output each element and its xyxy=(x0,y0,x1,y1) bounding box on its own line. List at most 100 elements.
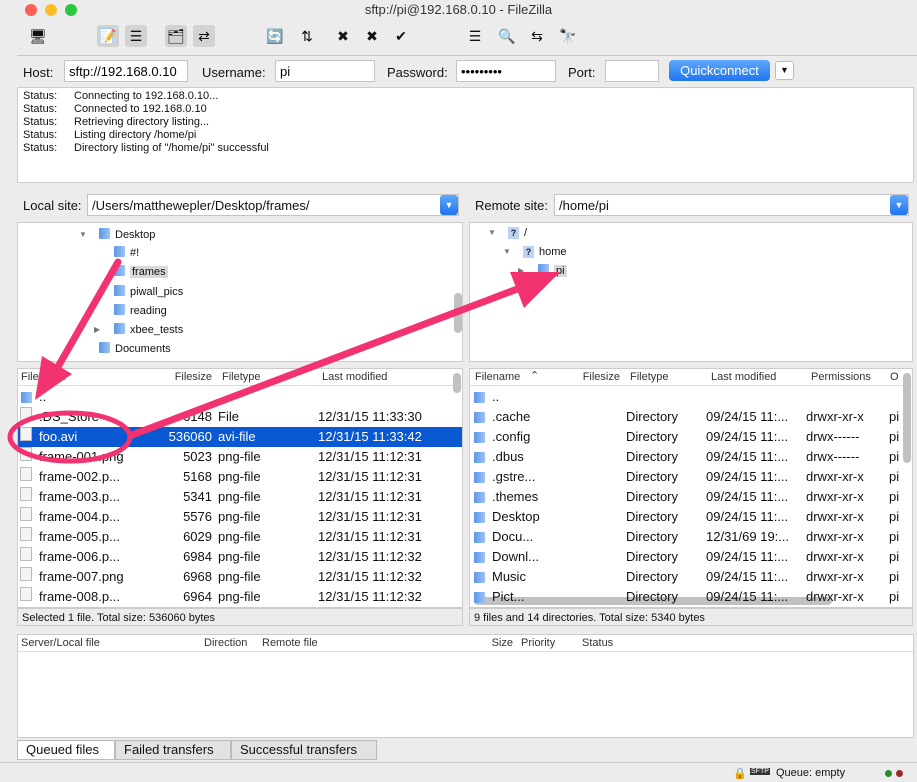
window-title: sftp://pi@192.168.0.10 - FileZilla xyxy=(364,2,553,17)
folder-icon xyxy=(114,323,125,334)
tree-item[interactable]: ▶ xbee_tests xyxy=(94,322,183,338)
file-row[interactable]: frame-004.p... 5576 png-file 12/31/15 11:12… xyxy=(18,507,462,527)
remote-column-last-modified[interactable]: Last modified xyxy=(711,371,776,383)
tree-item[interactable]: ▼? / xyxy=(488,225,527,241)
remote-column-permissions[interactable]: Permissions xyxy=(811,371,871,383)
close-window-button[interactable] xyxy=(25,4,37,16)
remote-path-dropdown[interactable]: ▼ xyxy=(890,195,908,215)
remote-column-filesize[interactable]: Filesize xyxy=(583,371,620,383)
queue-column-remote-file[interactable]: Remote file xyxy=(262,637,318,649)
remote-column-o[interactable]: O xyxy=(890,371,899,383)
port-input[interactable] xyxy=(605,60,659,82)
file-icon xyxy=(20,447,32,461)
sync-browse-icon[interactable]: ⇆ xyxy=(526,25,548,47)
file-row[interactable]: .. xyxy=(18,387,462,407)
file-row[interactable]: .themes Directory 09/24/15 11:... drwxr-xr-… xyxy=(470,487,912,507)
remote-column-filetype[interactable]: Filetype xyxy=(630,371,669,383)
tree-item[interactable]: ▶ pi xyxy=(518,263,567,279)
local-tree-icon[interactable]: ☰ xyxy=(125,25,147,47)
file-modified: 12/31/15 11:12:32 xyxy=(318,549,422,564)
expanded-arrow-icon[interactable]: ▼ xyxy=(503,244,511,260)
collapsed-arrow-icon[interactable]: ▶ xyxy=(94,322,100,338)
file-name: frame-003.p... xyxy=(39,489,120,504)
tab-successful-transfers[interactable]: Successful transfers xyxy=(231,740,377,760)
quickconnect-button[interactable]: Quickconnect xyxy=(669,60,770,81)
compare-icon[interactable]: 🔍 xyxy=(496,25,518,47)
file-modified: 09/24/15 11:... xyxy=(706,489,789,504)
tree-item[interactable]: Documents xyxy=(99,341,171,357)
file-modified: 12/31/15 11:12:32 xyxy=(318,589,422,604)
file-name: Docu... xyxy=(492,529,534,544)
folder-icon xyxy=(99,228,110,239)
folder-icon xyxy=(114,285,125,296)
filter-icon[interactable]: ☰ xyxy=(464,25,486,47)
quickconnect-dropdown-button[interactable]: ▼ xyxy=(775,61,794,80)
refresh-icon[interactable]: 🔄 xyxy=(264,25,286,47)
tab-failed-transfers[interactable]: Failed transfers xyxy=(115,740,231,760)
file-row[interactable]: frame-002.p... 5168 png-file 12/31/15 11:12… xyxy=(18,467,462,487)
file-row[interactable]: frame-001.png 5023 png-file 12/31/15 11:12:… xyxy=(18,447,462,467)
file-row[interactable]: .config Directory 09/24/15 11:... drwx-----… xyxy=(470,427,912,447)
remote-path-input[interactable]: /home/pi xyxy=(554,194,909,216)
file-row[interactable]: .. xyxy=(470,387,912,407)
file-modified: 09/24/15 11:... xyxy=(706,429,789,444)
local-column-filename[interactable]: Filename xyxy=(21,371,66,383)
file-row[interactable]: Pict... Directory 09/24/15 11:... drwxr-xr-… xyxy=(470,587,912,607)
minimize-window-button[interactable] xyxy=(45,4,57,16)
queue-column-server-local-file[interactable]: Server/Local file xyxy=(21,637,100,649)
file-row[interactable]: Docu... Directory 12/31/69 19:... drwxr-xr-… xyxy=(470,527,912,547)
search-icon[interactable]: 🔭 xyxy=(557,25,579,47)
remote-tree-icon[interactable]: 🗂 xyxy=(165,25,187,47)
file-row[interactable]: Music Directory 09/24/15 11:... drwxr-xr-x p… xyxy=(470,567,912,587)
tree-item[interactable]: ▼? home xyxy=(503,244,567,260)
file-row[interactable]: Desktop Directory 09/24/15 11:... drwxr-xr-… xyxy=(470,507,912,527)
disconnect-icon[interactable]: ✖ xyxy=(361,25,383,47)
tree-item[interactable]: reading xyxy=(114,303,167,319)
maximize-window-button[interactable] xyxy=(65,4,77,16)
cancel-icon[interactable]: ✖ xyxy=(332,25,354,47)
host-input[interactable] xyxy=(64,60,188,82)
file-row[interactable]: .cache Directory 09/24/15 11:... drwxr-xr-x… xyxy=(470,407,912,427)
local-column-last-modified[interactable]: Last modified xyxy=(322,371,387,383)
local-column-filesize[interactable]: Filesize xyxy=(175,371,212,383)
reconnect-icon[interactable]: ✔ xyxy=(390,25,412,47)
file-row[interactable]: .DS_Store 6148 File 12/31/15 11:33:30 xyxy=(18,407,462,427)
expanded-arrow-icon[interactable]: ▼ xyxy=(79,227,87,243)
collapsed-arrow-icon[interactable]: ▶ xyxy=(518,263,524,279)
file-row[interactable]: frame-005.p... 6029 png-file 12/31/15 11:12… xyxy=(18,527,462,547)
transfer-queue-icon[interactable]: ⇄ xyxy=(193,25,215,47)
local-tree-scrollbar[interactable] xyxy=(454,293,462,333)
file-row[interactable]: frame-003.p... 5341 png-file 12/31/15 11:12… xyxy=(18,487,462,507)
sort-ascending-icon[interactable]: ⌃ xyxy=(530,369,539,382)
queue-column-priority[interactable]: Priority xyxy=(521,637,555,649)
message-log-icon[interactable]: 📝 xyxy=(97,25,119,47)
queue-column-status[interactable]: Status xyxy=(582,637,613,649)
log-row: Status: Connected to 192.168.0.10 xyxy=(18,103,913,116)
tree-item[interactable]: ▼ Desktop xyxy=(79,227,155,243)
local-path-dropdown[interactable]: ▼ xyxy=(440,195,458,215)
file-name: .themes xyxy=(492,489,539,504)
queue-column-size[interactable]: Size xyxy=(492,637,513,649)
tree-item[interactable]: #! xyxy=(114,245,139,261)
process-queue-icon[interactable]: ⇅ xyxy=(296,25,318,47)
tree-item[interactable]: piwall_pics xyxy=(114,284,183,300)
file-row[interactable]: .gstre... Directory 09/24/15 11:... drwxr-x… xyxy=(470,467,912,487)
queue-column-direction[interactable]: Direction xyxy=(204,637,247,649)
remote-column-filename[interactable]: Filename xyxy=(475,371,520,383)
local-path-input[interactable]: /Users/matthewepler/Desktop/frames/ xyxy=(87,194,459,216)
tree-item[interactable]: frames xyxy=(114,264,168,280)
expanded-arrow-icon[interactable]: ▼ xyxy=(488,225,496,241)
file-permissions: drwxr-xr-x xyxy=(806,529,864,544)
file-row[interactable]: .dbus Directory 09/24/15 11:... drwx------ p… xyxy=(470,447,912,467)
tab-queued-files[interactable]: Queued files xyxy=(17,740,115,760)
file-row[interactable]: foo.avi 536060 avi-file 12/31/15 11:33:42 xyxy=(18,427,462,447)
file-row[interactable]: Downl... Directory 09/24/15 11:... drwxr-xr… xyxy=(470,547,912,567)
username-input[interactable] xyxy=(275,60,375,82)
password-input[interactable] xyxy=(456,60,556,82)
file-row[interactable]: frame-006.p... 6984 png-file 12/31/15 11:12… xyxy=(18,547,462,567)
local-column-filetype[interactable]: Filetype xyxy=(222,371,261,383)
file-row[interactable]: frame-008.p... 6964 png-file 12/31/15 11:12… xyxy=(18,587,462,607)
file-row[interactable]: frame-007.png 6968 png-file 12/31/15 11:12:… xyxy=(18,567,462,587)
site-manager-icon[interactable]: 🖥 xyxy=(27,25,49,47)
toolbar: 🖥 📝 ☰ 🗂 ⇄ 🔄 ⇅ ✖ ✖ ✔ ☰ 🔍 ⇆ 🔭 xyxy=(17,22,917,56)
